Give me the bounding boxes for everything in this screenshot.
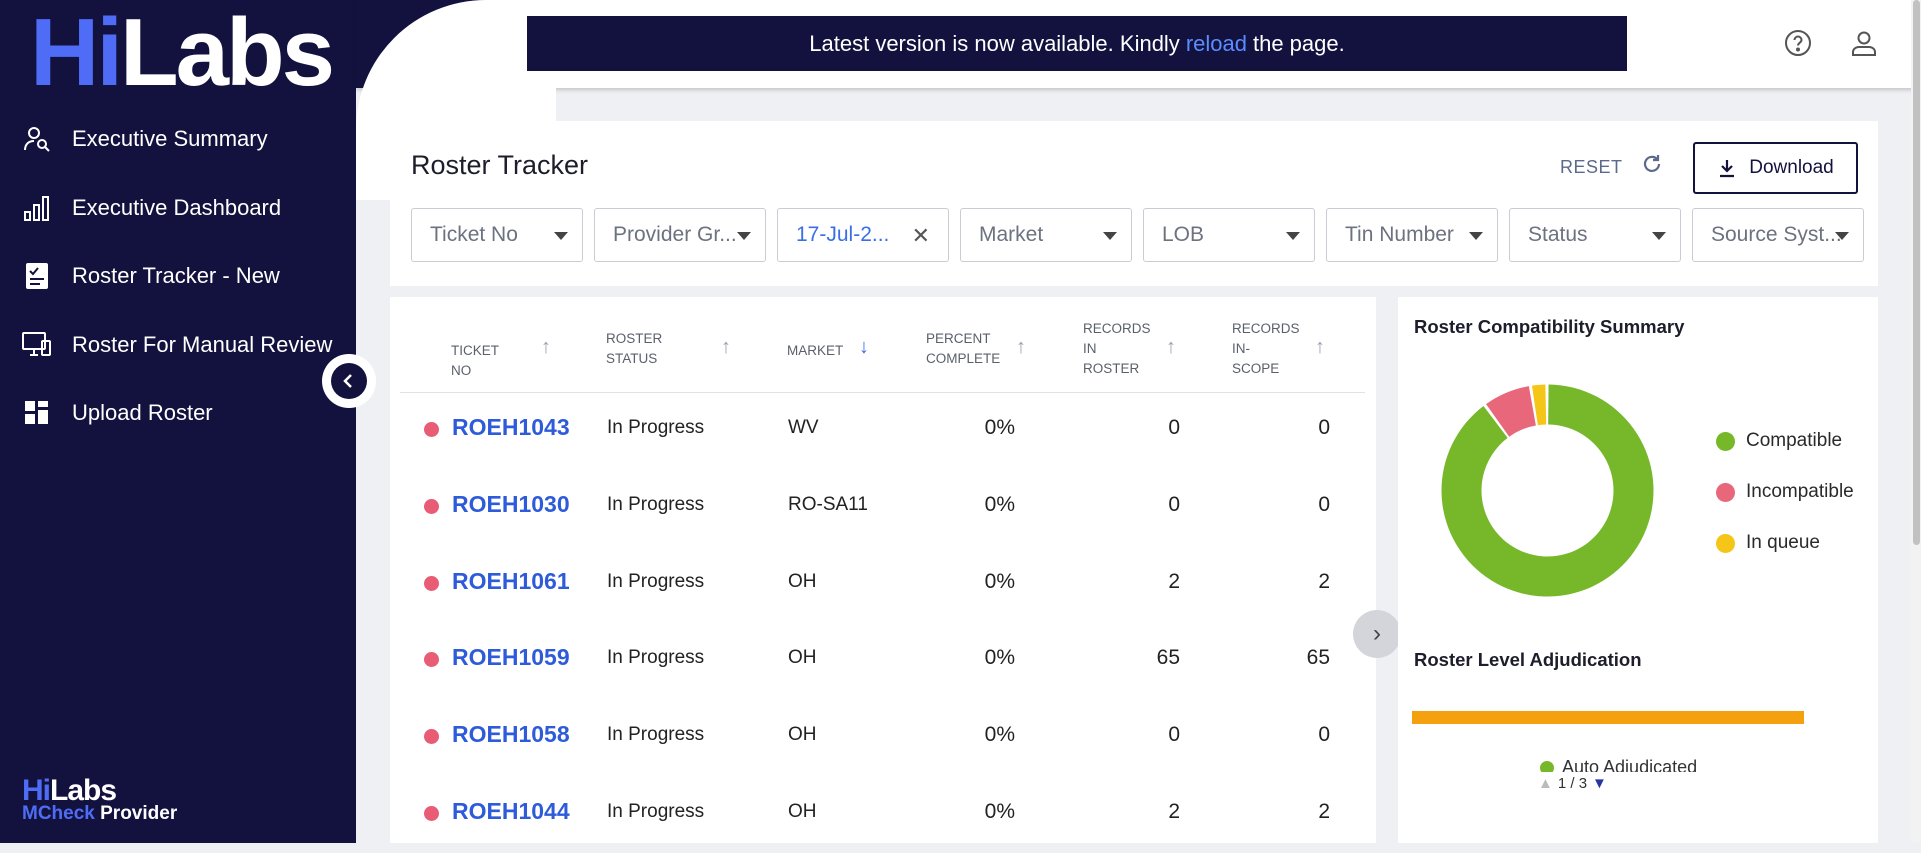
tin-number-filter[interactable]: Tin Number [1326,208,1498,262]
caret-down-icon [1652,232,1666,240]
mcheck-provider-logo: HiLabs MCheck Provider [22,774,178,824]
update-banner: Latest version is now available. Kindly … [527,16,1627,71]
sidebar-item-label: Upload Roster [72,400,213,426]
legend-incompatible: Incompatible [1716,481,1854,503]
donut-slice-compatible[interactable] [1441,384,1654,597]
market-filter[interactable]: Market [960,208,1132,262]
ticket-link[interactable]: ROEH1044 [452,798,570,825]
provider-group-filter[interactable]: Provider Gr... [594,208,766,262]
sidebar-item-executive-dashboard[interactable]: Executive Dashboard [0,174,356,243]
legend-dot [1716,482,1735,502]
date-filter[interactable]: 17-Jul-2... ✕ [777,208,949,262]
collapse-sidebar-button[interactable] [322,354,376,408]
col-market[interactable]: MARKET ↓ [787,337,869,361]
ticket-link[interactable]: ROEH1043 [452,414,570,441]
sort-up-icon[interactable]: ↑ [1315,337,1325,357]
ticket-link[interactable]: ROEH1059 [452,644,570,671]
top-bar-curve [356,0,556,200]
refresh-icon[interactable] [1640,152,1664,176]
table-row[interactable]: ROEH1043 In Progress WV 0% 0 0 [400,392,1365,469]
ticket-no-filter[interactable]: Ticket No [411,208,583,262]
monitor-review-icon [22,330,52,360]
ticket-link[interactable]: ROEH1058 [452,721,570,748]
caret-down-icon [1286,232,1300,240]
table-row[interactable]: ROEH1058 In Progress OH 0% 0 0 [400,699,1365,776]
lob-filter[interactable]: LOB [1143,208,1315,262]
sidebar-item-manual-review[interactable]: Roster For Manual Review [0,311,356,380]
status-dot [424,422,439,437]
sort-up-icon[interactable]: ↑ [1166,337,1176,357]
pager-down-icon[interactable]: ▼ [1592,775,1607,792]
status-dot [424,729,439,744]
compatibility-summary-title: Roster Compatibility Summary [1414,316,1685,337]
caret-down-icon [737,232,751,240]
clear-icon[interactable]: ✕ [912,223,930,249]
reset-button[interactable]: RESET [1560,157,1623,178]
adjudication-legend: Auto Adjudicated [1540,757,1740,772]
sort-up-icon[interactable]: ↑ [1016,337,1026,357]
caret-down-icon [1469,232,1483,240]
legend-pager: ▲ 1 / 3 ▼ [1538,775,1607,792]
status-dot [424,576,439,591]
user-search-icon [22,124,52,154]
adjudication-title: Roster Level Adjudication [1414,649,1642,670]
sidebar-item-label: Roster Tracker - New [72,263,280,289]
caret-down-icon [554,232,568,240]
page-title: Roster Tracker [411,150,589,180]
user-profile-icon[interactable] [1850,29,1878,57]
col-records-in-roster[interactable]: RECORDS IN ROSTER ↑ [1083,319,1176,379]
source-system-filter[interactable]: Source Syst... [1692,208,1864,262]
filter-bar: Ticket No Provider Gr... 17-Jul-2... ✕ Ma… [411,208,1864,262]
sort-down-icon[interactable]: ↓ [859,337,869,357]
ticket-link[interactable]: ROEH1030 [452,491,570,518]
ticket-link[interactable]: ROEH1061 [452,568,570,595]
adjudication-bar [1412,711,1804,724]
download-button[interactable]: Download [1693,142,1858,194]
bar-chart-icon [22,193,52,223]
sort-up-icon[interactable]: ↑ [541,337,551,357]
sidebar-item-upload-roster[interactable]: Upload Roster [0,379,356,448]
sidebar-item-roster-tracker[interactable]: Roster Tracker - New [0,242,356,311]
col-ticket-no[interactable]: TICKET NO ↑ [451,337,551,381]
status-dot [424,806,439,821]
sidebar-item-label: Executive Dashboard [72,194,282,220]
grid-upload-icon [22,398,52,428]
legend-dot [1716,431,1735,451]
sidebar-nav: Executive Summary Executive Dashboard Ro… [0,105,356,448]
sort-up-icon[interactable]: ↑ [721,337,731,357]
status-filter[interactable]: Status [1509,208,1681,262]
pager-up-icon[interactable]: ▲ [1538,775,1553,792]
legend-dot [1716,533,1735,553]
table-row[interactable]: ROEH1061 In Progress OH 0% 2 2 [400,546,1365,623]
chevron-right-icon[interactable]: › [1353,610,1401,658]
table-row[interactable]: ROEH1044 In Progress OH 0% 2 2 [400,776,1365,853]
reload-link[interactable]: reload [1186,31,1247,57]
sidebar-item-label: Executive Summary [72,126,268,152]
col-percent-complete[interactable]: PERCENT COMPLETE ↑ [926,329,1026,369]
sidebar-item-label: Roster For Manual Review [72,331,333,357]
sidebar-item-executive-summary[interactable]: Executive Summary [0,105,356,174]
caret-down-icon [1835,232,1849,240]
compatibility-donut-chart [1441,384,1654,597]
status-dot [424,499,439,514]
help-icon[interactable] [1784,29,1812,57]
col-roster-status[interactable]: ROSTER STATUS ↑ [606,329,731,369]
download-icon [1720,160,1735,178]
table-row[interactable]: ROEH1059 In Progress OH 0% 65 65 [400,622,1365,699]
status-dot [424,652,439,667]
legend-compatible: Compatible [1716,430,1842,452]
sidebar: HiLabs™ Executive Summary Executive Dash… [0,0,356,843]
chevron-left-icon [331,363,367,399]
hilabs-logo: HiLabs™ [30,0,335,106]
scrollbar-thumb[interactable] [1913,0,1920,545]
caret-down-icon [1103,232,1117,240]
table-row[interactable]: ROEH1030 In Progress RO-SA11 0% 0 0 [400,469,1365,546]
col-records-in-scope[interactable]: RECORDS IN- SCOPE ↑ [1232,319,1325,379]
checklist-icon [22,261,52,291]
legend-in-queue: In queue [1716,532,1820,554]
